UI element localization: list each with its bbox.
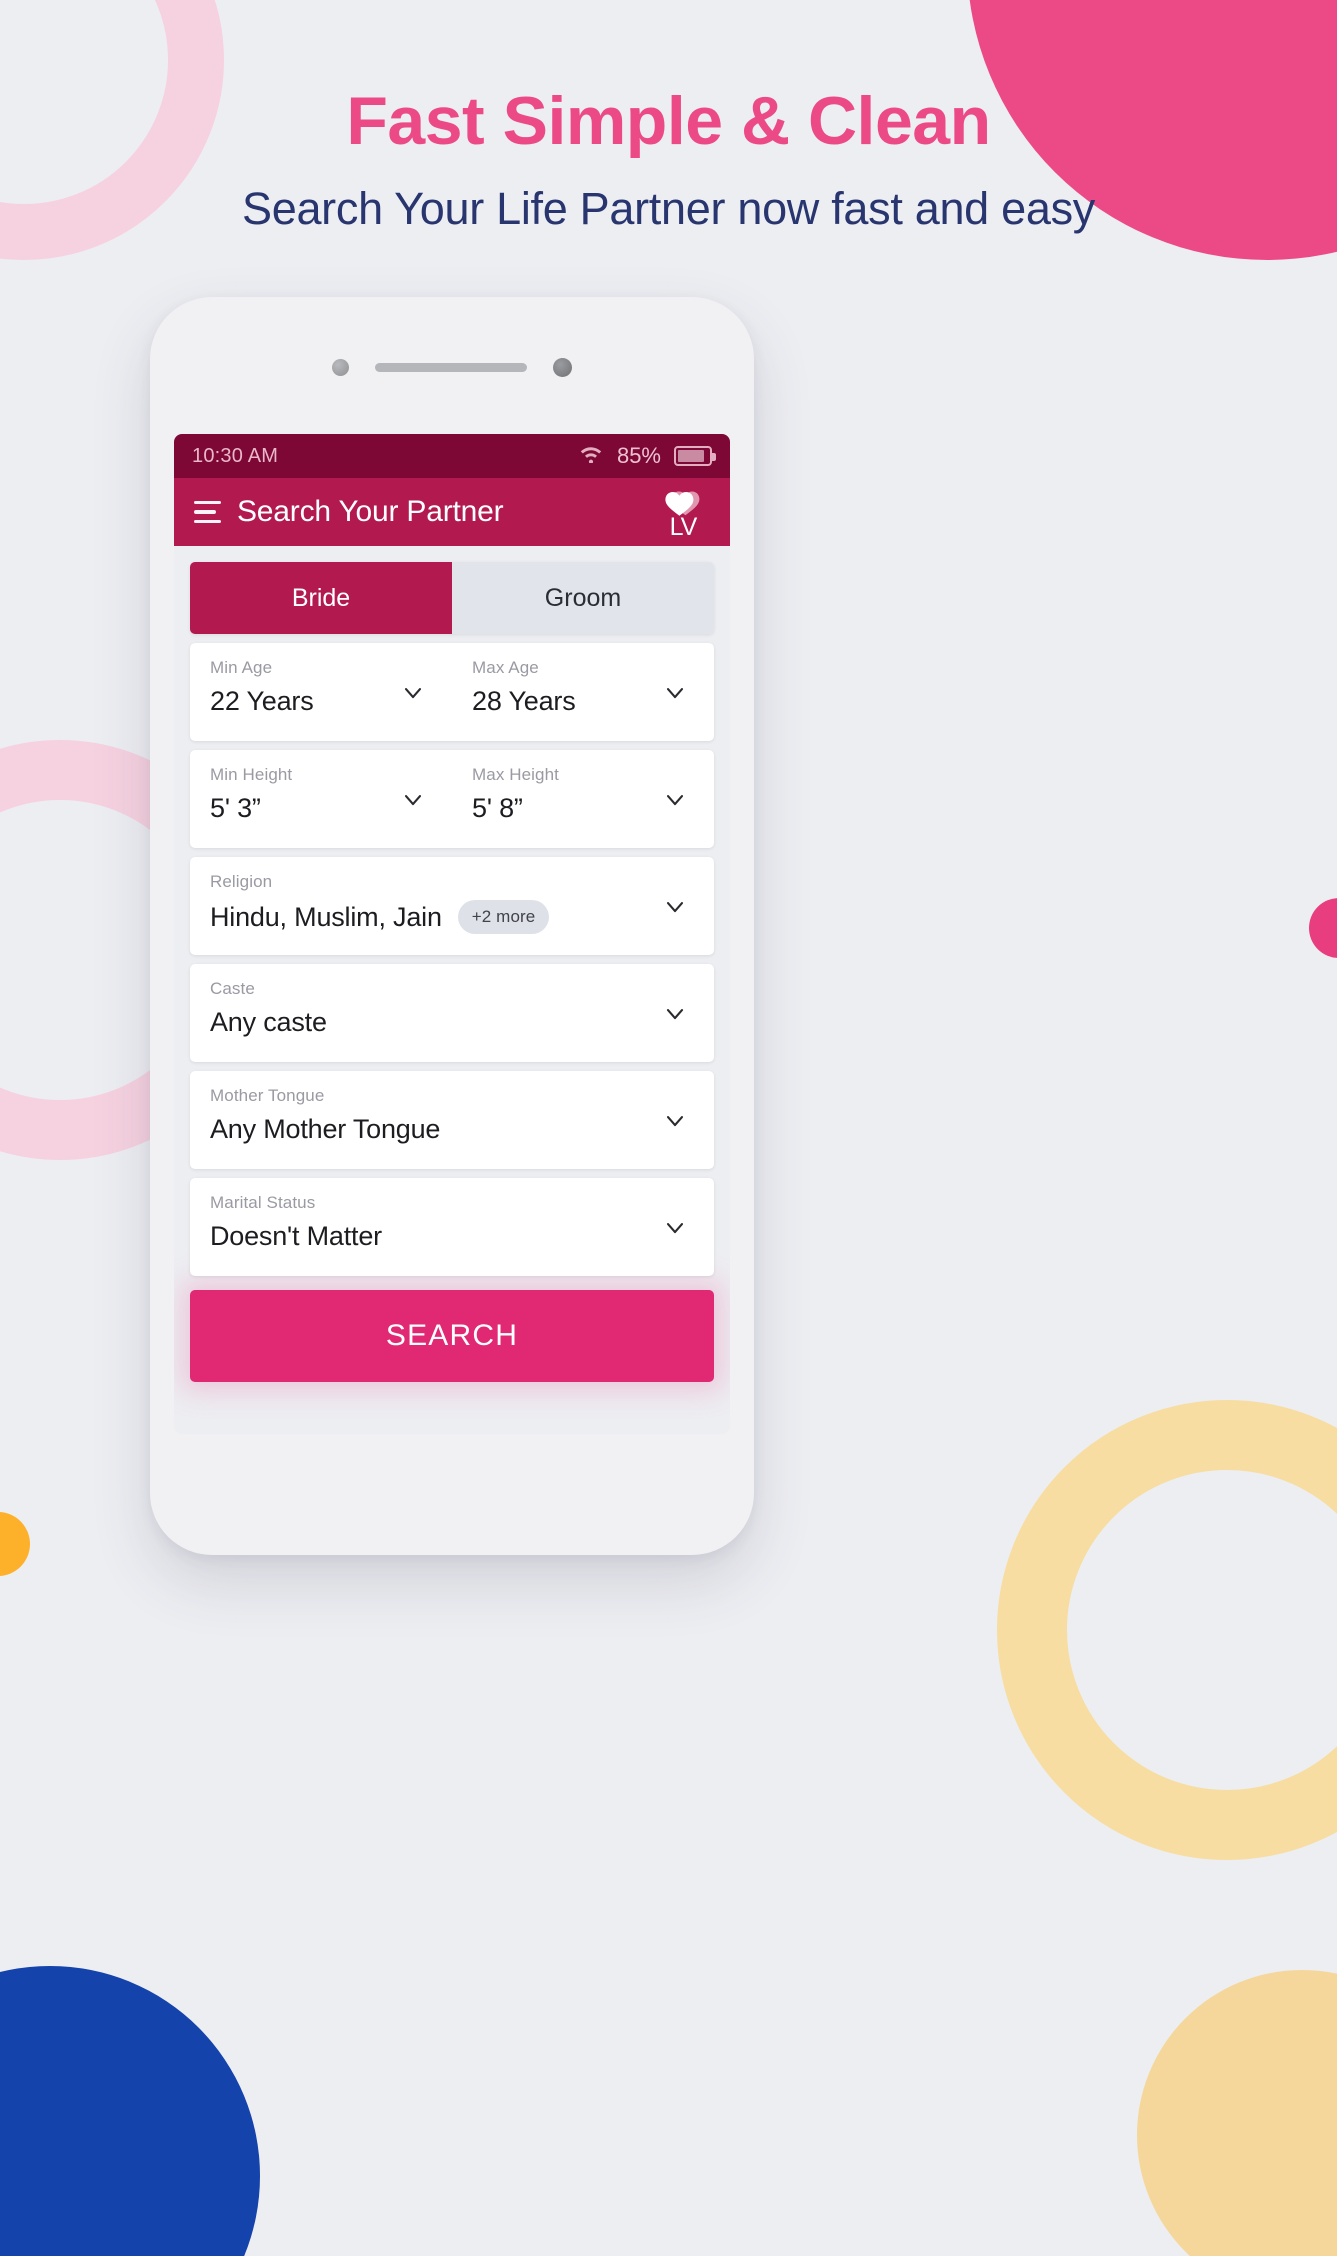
marital-status-filter-row[interactable]: Marital Status Doesn't Matter xyxy=(190,1178,714,1276)
tab-groom[interactable]: Groom xyxy=(452,562,714,634)
max-age-label: Max Age xyxy=(472,658,539,677)
search-form: Bride Groom Min Age 22 Years Max Age 28 … xyxy=(174,546,730,1434)
marital-status-value: Doesn't Matter xyxy=(210,1221,382,1251)
caste-value: Any caste xyxy=(210,1007,327,1037)
status-bar-time: 10:30 AM xyxy=(192,444,279,467)
chevron-down-icon[interactable] xyxy=(664,1003,686,1025)
deco-gold-ring-right xyxy=(997,1400,1337,1860)
mother-tongue-label: Mother Tongue xyxy=(210,1086,325,1105)
battery-icon xyxy=(674,446,716,466)
earpiece-speaker xyxy=(375,362,527,372)
max-age-field[interactable]: Max Age 28 Years xyxy=(452,643,714,741)
religion-filter-row[interactable]: Religion Hindu, Muslim, Jain +2 more xyxy=(190,857,714,955)
proximity-sensor-icon xyxy=(553,357,572,377)
battery-percent-label: 85% xyxy=(616,443,661,468)
religion-label: Religion xyxy=(210,872,273,891)
app-bar: Search Your Partner LV xyxy=(174,478,730,546)
phone-sensor-row xyxy=(150,347,754,387)
age-filter-row: Min Age 22 Years Max Age 28 Years xyxy=(190,643,714,741)
max-height-field[interactable]: Max Height 5' 8” xyxy=(452,750,714,848)
hero-section: Fast Simple & Clean Search Your Life Par… xyxy=(0,0,1337,235)
mother-tongue-value: Any Mother Tongue xyxy=(210,1114,441,1144)
marital-status-label: Marital Status xyxy=(210,1193,316,1212)
status-bar: 10:30 AM 85% xyxy=(174,434,730,478)
min-height-field[interactable]: Min Height 5' 3” xyxy=(190,750,452,848)
religion-value: Hindu, Muslim, Jain xyxy=(210,901,442,932)
marital-status-field[interactable]: Marital Status Doesn't Matter xyxy=(190,1178,714,1276)
max-height-label: Max Height xyxy=(472,765,559,784)
chevron-down-icon[interactable] xyxy=(664,789,686,811)
status-bar-indicators: 85% xyxy=(578,443,716,469)
search-button[interactable]: SEARCH xyxy=(190,1290,714,1382)
deco-blue-circle-bottom-left xyxy=(0,1966,260,2256)
chevron-down-icon[interactable] xyxy=(664,1110,686,1132)
tab-bride[interactable]: Bride xyxy=(190,562,452,634)
deco-orange-dot-left xyxy=(0,1512,30,1576)
religion-more-badge[interactable]: +2 more xyxy=(457,900,550,934)
chevron-down-icon[interactable] xyxy=(664,896,686,918)
app-bar-title: Search Your Partner xyxy=(237,495,504,528)
chevron-down-icon[interactable] xyxy=(402,789,424,811)
wifi-icon xyxy=(578,443,604,469)
page-title: Fast Simple & Clean xyxy=(346,83,991,159)
caste-filter-row[interactable]: Caste Any caste xyxy=(190,964,714,1062)
religion-field[interactable]: Religion Hindu, Muslim, Jain +2 more xyxy=(190,857,714,955)
mother-tongue-filter-row[interactable]: Mother Tongue Any Mother Tongue xyxy=(190,1071,714,1169)
height-filter-row: Min Height 5' 3” Max Height 5' 8” xyxy=(190,750,714,848)
phone-screen: 10:30 AM 85% Search Your Partner LV Brid… xyxy=(174,434,730,1434)
caste-label: Caste xyxy=(210,979,255,998)
phone-mockup: 10:30 AM 85% Search Your Partner LV Brid… xyxy=(150,297,754,1555)
mother-tongue-field[interactable]: Mother Tongue Any Mother Tongue xyxy=(190,1071,714,1169)
front-camera-icon xyxy=(332,358,349,376)
deco-gold-circle-bottom-right xyxy=(1137,1970,1337,2256)
hamburger-menu-icon[interactable] xyxy=(194,500,221,524)
chevron-down-icon[interactable] xyxy=(664,1217,686,1239)
deco-pink-dot-right xyxy=(1309,898,1337,958)
min-height-label: Min Height xyxy=(210,765,293,784)
religion-value-wrap: Hindu, Muslim, Jain +2 more xyxy=(210,900,714,934)
page-subtitle: Search Your Life Partner now fast and ea… xyxy=(242,183,1095,235)
two-hearts-icon[interactable]: LV xyxy=(656,485,710,539)
svg-text:LV: LV xyxy=(670,513,698,539)
chevron-down-icon[interactable] xyxy=(402,682,424,704)
chevron-down-icon[interactable] xyxy=(664,682,686,704)
bride-groom-segmented-control[interactable]: Bride Groom xyxy=(190,562,714,634)
caste-field[interactable]: Caste Any caste xyxy=(190,964,714,1062)
min-age-field[interactable]: Min Age 22 Years xyxy=(190,643,452,741)
min-age-label: Min Age xyxy=(210,658,273,677)
